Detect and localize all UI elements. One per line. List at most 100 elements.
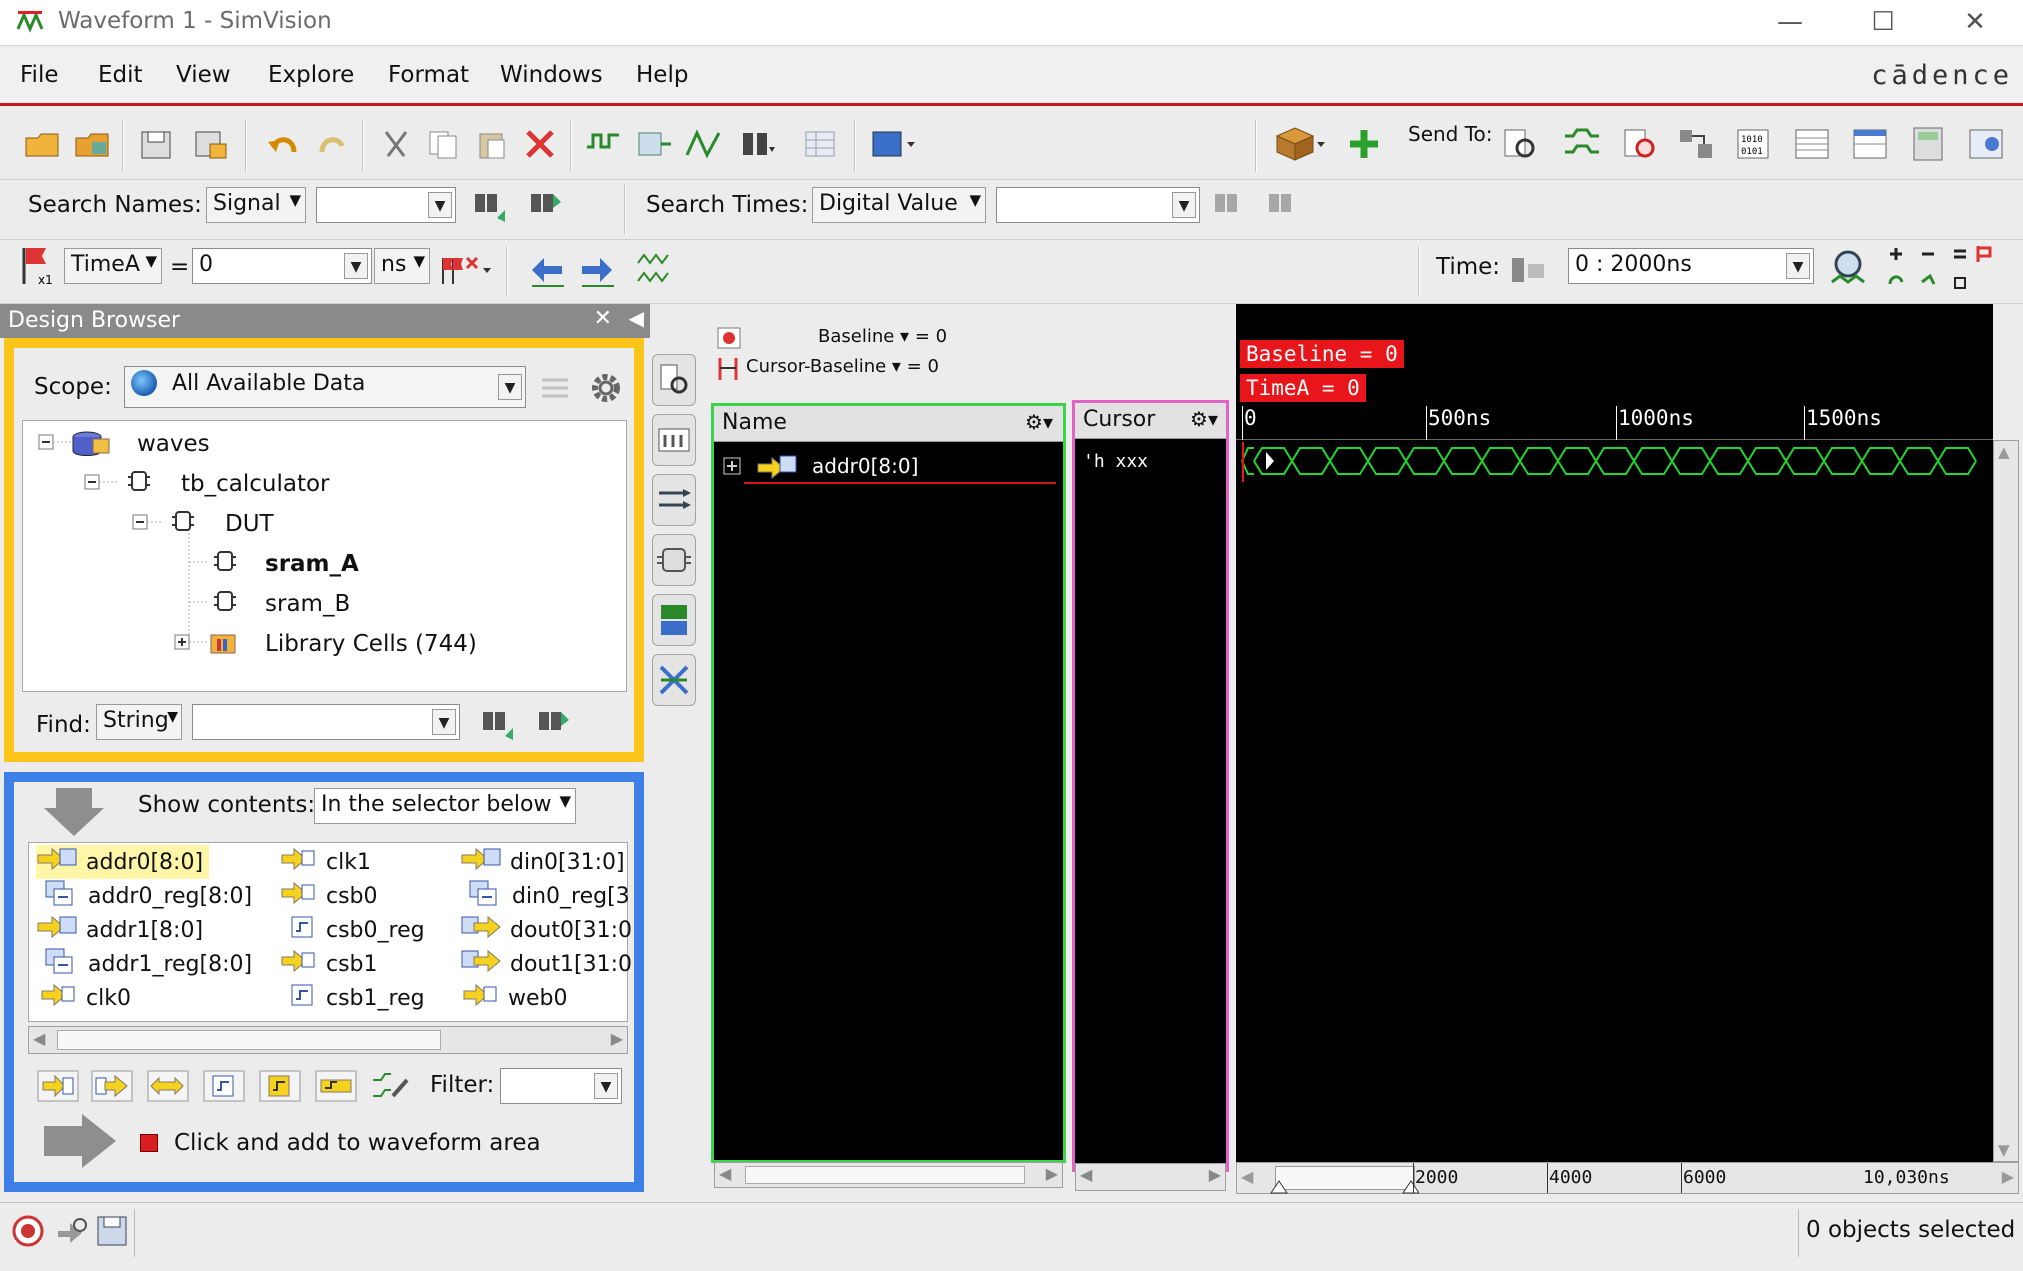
search-times-backward-icon[interactable] xyxy=(1210,186,1250,226)
marker-flag-icon[interactable]: x1 xyxy=(18,246,58,287)
waveform-display[interactable]: Baseline = 0 TimeA = 0 0 500ns 1000ns 15… xyxy=(1236,304,1993,1162)
close-window-button[interactable]: ✕ xyxy=(1940,2,2010,42)
find-forward-icon[interactable] xyxy=(534,704,574,744)
scope-select[interactable]: All Available Data ▼ xyxy=(124,366,526,408)
maximize-button[interactable]: ☐ xyxy=(1848,2,1918,42)
menu-format[interactable]: Format xyxy=(388,62,469,88)
search-times-forward-icon[interactable] xyxy=(1264,186,1304,226)
signal-item[interactable]: din0[31:0] xyxy=(460,845,625,879)
search-times-input[interactable]: ▼ xyxy=(996,187,1200,223)
filter-input[interactable]: ▼ xyxy=(500,1068,622,1104)
timea-marker-tag[interactable]: TimeA = 0 xyxy=(1240,374,1366,402)
grid-icon[interactable] xyxy=(800,124,840,164)
signal-list-scrollbar[interactable]: ◀ ▶ xyxy=(28,1026,628,1054)
tree-node-dut[interactable]: DUT xyxy=(225,511,274,537)
bus-waveform-trace[interactable] xyxy=(1236,440,1993,484)
save-as-icon[interactable] xyxy=(190,124,230,164)
search-names-input[interactable]: ▼ xyxy=(316,187,456,223)
binoculars-icon[interactable] xyxy=(738,124,778,164)
signal-item[interactable]: dout1[31:0 xyxy=(460,947,632,981)
signal-item[interactable]: din0_reg[3 xyxy=(466,879,630,913)
display-mode-icon[interactable] xyxy=(870,124,922,164)
menu-explore[interactable]: Explore xyxy=(268,62,354,88)
signal-item[interactable]: addr0_reg[8:0] xyxy=(42,879,252,913)
undo-icon[interactable] xyxy=(264,124,304,164)
port-tool-icon[interactable] xyxy=(652,534,696,586)
delete-marker-icon[interactable] xyxy=(436,250,498,290)
find-type-select[interactable]: String ▼ xyxy=(96,704,182,740)
gear-icon[interactable]: ⚙▾ xyxy=(1025,410,1053,434)
cut-icon[interactable] xyxy=(376,124,416,164)
send-to-memory-icon[interactable] xyxy=(1850,124,1890,164)
redo-icon[interactable] xyxy=(312,124,352,164)
signal-item[interactable]: clk0 xyxy=(40,981,131,1015)
zoom-magnifier-icon[interactable] xyxy=(1828,248,1868,288)
time-range-input[interactable]: 0 : 2000ns ▼ xyxy=(1568,248,1814,284)
connection-tool-icon[interactable] xyxy=(652,594,696,646)
search-names-type-select[interactable]: Signal ▼ xyxy=(206,187,306,223)
paste-icon[interactable] xyxy=(472,124,512,164)
send-to-calculator-icon[interactable] xyxy=(1908,124,1948,164)
browser-tool-icon[interactable] xyxy=(652,354,696,406)
next-edge-icon[interactable] xyxy=(578,250,618,290)
process-icon[interactable] xyxy=(52,1211,92,1251)
signal-item[interactable]: clk1 xyxy=(280,845,371,879)
name-column-header[interactable]: Name ⚙▾ xyxy=(714,406,1063,442)
filter-inputs-icon[interactable] xyxy=(36,1066,80,1106)
trace-icon[interactable] xyxy=(684,124,724,164)
save-icon[interactable] xyxy=(136,124,176,164)
signal-item[interactable]: addr0[8:0] xyxy=(36,845,210,879)
tree-node-sram-a[interactable]: sram_A xyxy=(265,551,359,577)
signal-item[interactable]: addr1_reg[8:0] xyxy=(42,947,252,981)
menu-view[interactable]: View xyxy=(176,62,231,88)
gear-icon[interactable]: ⚙▾ xyxy=(1190,407,1218,431)
menu-help[interactable]: Help xyxy=(636,62,688,88)
waveform-source-icon[interactable] xyxy=(584,124,624,164)
waveform-signal-name[interactable]: addr0[8:0] xyxy=(812,454,918,478)
send-to-browser-icon[interactable] xyxy=(1500,124,1540,164)
signal-item[interactable]: addr1[8:0] xyxy=(36,913,203,947)
waveform-time-scrollbar[interactable]: ◀ 2000 4000 6000 10,030ns ▶ xyxy=(1236,1162,2019,1194)
open-db-icon[interactable] xyxy=(72,124,112,164)
find-backward-icon[interactable] xyxy=(478,704,518,744)
name-panel-scrollbar[interactable]: ◀ ▶ xyxy=(714,1162,1063,1188)
undock-panel-icon[interactable]: ◀ xyxy=(629,306,644,330)
send-to-register-icon[interactable]: 1010 0101 xyxy=(1734,124,1774,164)
tree-node-waves[interactable]: waves xyxy=(137,431,210,457)
gear-icon[interactable] xyxy=(586,368,626,408)
cursor-panel-scrollbar[interactable]: ◀ ▶ xyxy=(1075,1163,1226,1191)
time-ruler[interactable]: 0 500ns 1000ns 1500ns xyxy=(1236,400,1993,440)
open-folder-icon[interactable] xyxy=(22,124,62,164)
zoom-controls[interactable] xyxy=(1884,242,1994,300)
menu-windows[interactable]: Windows xyxy=(500,62,603,88)
add-icon[interactable] xyxy=(1344,124,1384,164)
waveform-zoom-icon[interactable] xyxy=(634,250,674,290)
target-icon[interactable] xyxy=(8,1211,48,1251)
time-range-icon[interactable] xyxy=(1508,250,1548,290)
send-to-source-icon[interactable] xyxy=(1620,124,1660,164)
time-marker-select[interactable]: TimeA ▼ xyxy=(64,248,162,284)
signal-item[interactable]: csb1_reg xyxy=(286,981,425,1015)
signal-item[interactable]: web0 xyxy=(462,981,568,1015)
send-to-schematic-icon[interactable] xyxy=(1676,124,1716,164)
tree-node-sram-b[interactable]: sram_B xyxy=(265,591,350,617)
filter-outputs-icon[interactable] xyxy=(90,1066,134,1106)
filter-registers-icon[interactable] xyxy=(202,1066,246,1106)
menu-file[interactable]: File xyxy=(20,62,59,88)
signal-item[interactable]: dout0[31:0 xyxy=(460,913,632,947)
tools-box-icon[interactable] xyxy=(1272,122,1328,162)
filter-options-icon[interactable] xyxy=(368,1066,412,1106)
find-input[interactable]: ▼ xyxy=(192,704,460,740)
search-names-backward-icon[interactable] xyxy=(470,186,510,226)
waveform-signal-row[interactable]: addr0[8:0] xyxy=(720,450,1058,486)
signal-item[interactable]: csb0_reg xyxy=(286,913,425,947)
tree-node-library-cells[interactable]: Library Cells (744) xyxy=(265,631,477,657)
previous-edge-icon[interactable] xyxy=(528,250,568,290)
cursor-column-header[interactable]: Cursor ⚙▾ xyxy=(1075,403,1226,439)
scope-filter-icon[interactable] xyxy=(536,368,576,408)
send-to-table-icon[interactable] xyxy=(1792,124,1832,164)
close-panel-icon[interactable]: ✕ xyxy=(594,306,612,331)
scrollbar-thumb[interactable] xyxy=(57,1030,441,1050)
baseline-marker-tag[interactable]: Baseline = 0 xyxy=(1240,340,1404,368)
search-names-forward-icon[interactable] xyxy=(526,186,566,226)
